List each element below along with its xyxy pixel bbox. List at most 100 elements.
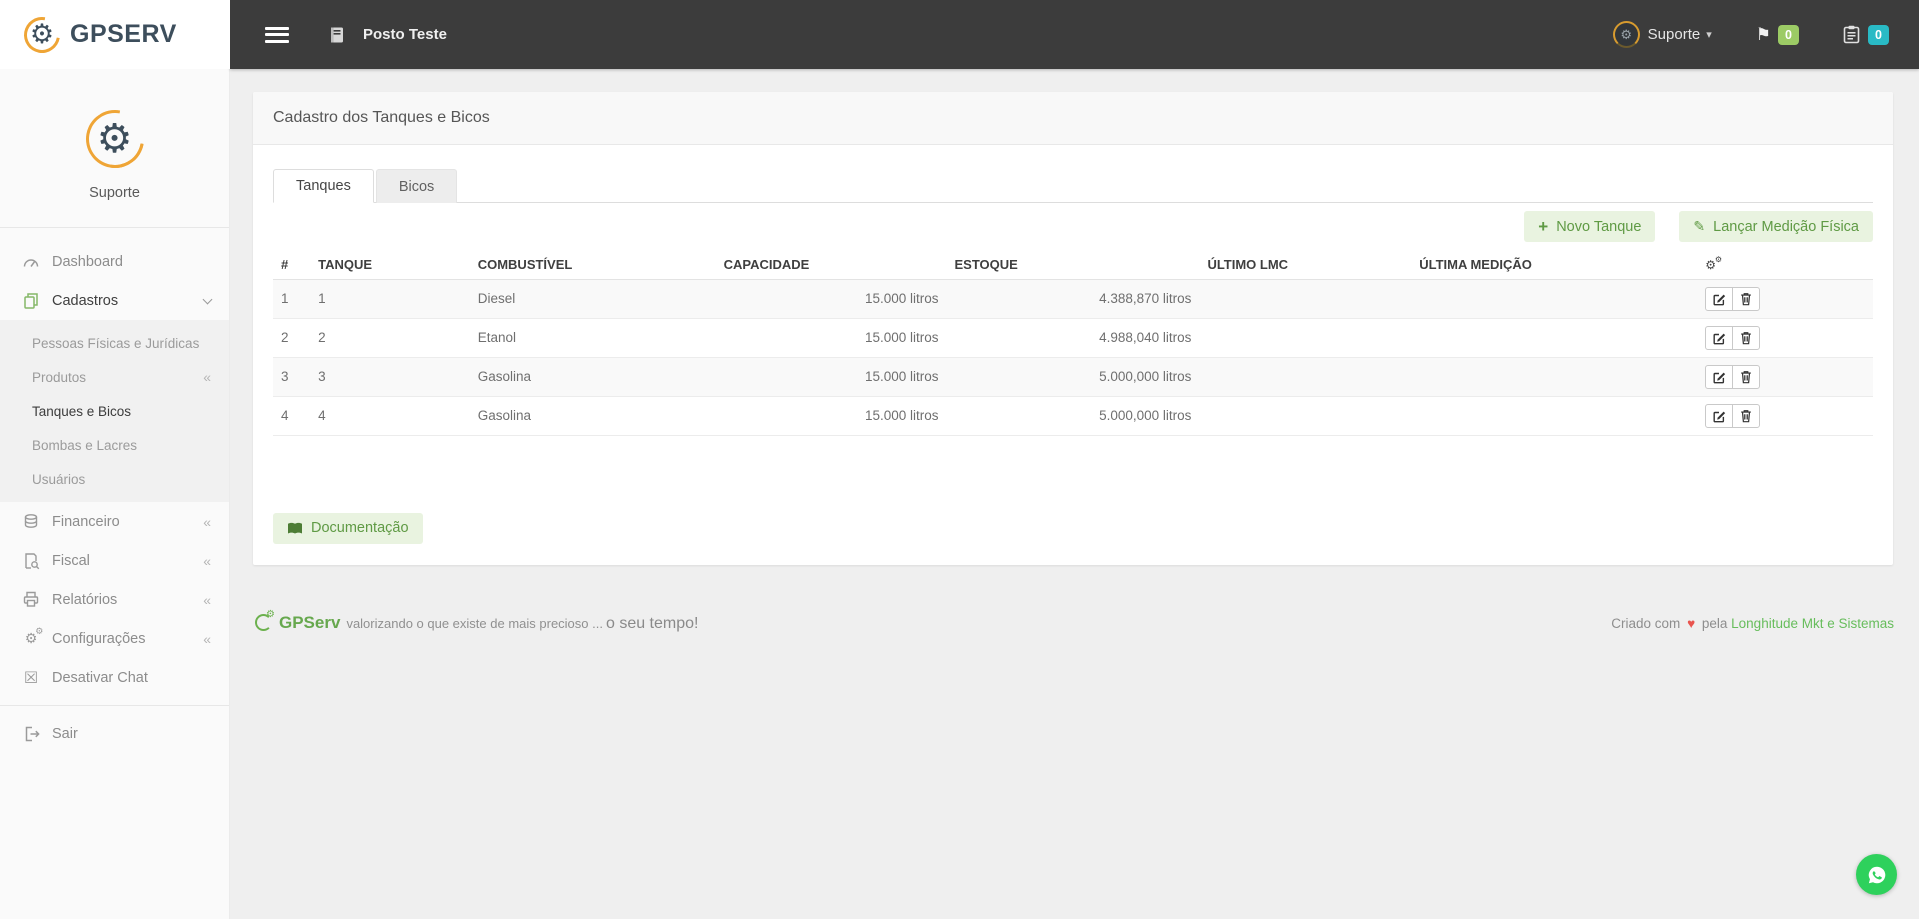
chevron-down-icon bbox=[202, 294, 213, 304]
page-footer: ⚙ GPServ valorizando o que existe de mai… bbox=[253, 609, 1896, 633]
delete-row-button[interactable] bbox=[1732, 325, 1761, 350]
subitem-label: Bombas e Lacres bbox=[32, 437, 138, 453]
cadastros-submenu: Pessoas Físicas e Jurídicas Produtos « T… bbox=[0, 320, 229, 502]
table-header-row: # TANQUE COMBUSTÍVEL CAPACIDADE ESTOQUE … bbox=[273, 251, 1873, 280]
cell-estoque: 5.000,000 litros bbox=[946, 396, 1200, 436]
sidebar: ⚙ Suporte Dashboard Cadastros Pessoas Fí… bbox=[0, 69, 230, 919]
clipboard-badge: 0 bbox=[1868, 24, 1889, 45]
cell-actions bbox=[1697, 318, 1873, 358]
tank-table-body: 1 1 Diesel 15.000 litros 4.388,870 litros 2 2 E… bbox=[273, 279, 1873, 436]
station-name: Posto Teste bbox=[363, 26, 447, 43]
edit-icon bbox=[1713, 294, 1726, 305]
cell-combustivel: Diesel bbox=[469, 279, 716, 319]
sidebar-subitem-produtos[interactable]: Produtos « bbox=[0, 360, 229, 394]
cell-ultima_medicao bbox=[1411, 318, 1698, 358]
cell-capacidade: 15.000 litros bbox=[715, 279, 947, 319]
sidebar-subitem-tanques-e-bicos[interactable]: Tanques e Bicos bbox=[0, 394, 229, 428]
footer-tagline-emphasis: o seu tempo! bbox=[605, 614, 699, 632]
subitem-label: Pessoas Físicas e Jurídicas bbox=[32, 335, 200, 351]
logo-text: GPSERV bbox=[70, 20, 177, 48]
edit-row-button[interactable] bbox=[1705, 286, 1734, 311]
tab-bar: Tanques Bicos bbox=[273, 169, 1873, 203]
cell-combustivel: Gasolina bbox=[469, 396, 716, 436]
tab-tanques[interactable]: Tanques bbox=[273, 169, 374, 203]
gauge-icon bbox=[20, 254, 42, 270]
cell-tanque: 1 bbox=[310, 279, 470, 319]
footer-credit-link[interactable]: Longhitude Mkt e Sistemas bbox=[1731, 616, 1894, 631]
sidebar-item-label: Relatórios bbox=[52, 591, 118, 608]
cell-capacidade: 15.000 litros bbox=[715, 396, 947, 436]
sidebar-toggle-hamburger-icon[interactable] bbox=[265, 26, 289, 43]
edit-row-button[interactable] bbox=[1705, 364, 1734, 389]
tasks-clipboard-button[interactable]: 0 bbox=[1843, 24, 1889, 45]
sidebar-subitem-bombas-e-lacres[interactable]: Bombas e Lacres bbox=[0, 428, 229, 462]
collapse-chevrons-icon: « bbox=[203, 591, 211, 608]
sidebar-item-dashboard[interactable]: Dashboard bbox=[0, 242, 229, 281]
collapse-chevrons-icon: « bbox=[203, 552, 211, 569]
user-dropdown[interactable]: ⚙ Suporte ▾ bbox=[1612, 21, 1712, 48]
whatsapp-button[interactable] bbox=[1856, 854, 1897, 895]
novo-tanque-button[interactable]: + Novo Tanque bbox=[1524, 211, 1656, 242]
cell-actions bbox=[1697, 396, 1873, 436]
pencil-icon: ✎ bbox=[1693, 218, 1706, 234]
cell-ultima_medicao bbox=[1411, 396, 1698, 436]
sidebar-item-cadastros[interactable]: Cadastros bbox=[0, 281, 229, 320]
cell-ultimo_lmc bbox=[1199, 279, 1412, 319]
edit-icon bbox=[1713, 411, 1726, 422]
button-label: Lançar Medição Física bbox=[1713, 218, 1859, 235]
documentacao-button[interactable]: Documentação bbox=[273, 512, 423, 544]
document-search-icon bbox=[20, 552, 42, 570]
tab-bicos[interactable]: Bicos bbox=[375, 169, 458, 203]
edit-row-button[interactable] bbox=[1705, 325, 1734, 350]
logout-icon bbox=[20, 726, 42, 742]
gears-icon: ⚙ ⚙ bbox=[24, 626, 44, 646]
user-name: Suporte bbox=[1647, 26, 1701, 43]
edit-icon bbox=[1713, 372, 1726, 383]
col-header-capacidade: CAPACIDADE bbox=[715, 251, 947, 280]
tanks-table: # TANQUE COMBUSTÍVEL CAPACIDADE ESTOQUE … bbox=[273, 251, 1873, 436]
sidebar-item-label: Cadastros bbox=[52, 292, 119, 309]
station-selector[interactable]: Posto Teste bbox=[329, 26, 447, 44]
button-label: Novo Tanque bbox=[1556, 218, 1642, 235]
cell-estoque: 4.988,040 litros bbox=[946, 318, 1200, 358]
cell-num: 1 bbox=[273, 279, 311, 319]
lancar-medicao-fisica-button[interactable]: ✎ Lançar Medição Física bbox=[1679, 211, 1873, 242]
collapse-chevrons-icon: « bbox=[203, 369, 211, 385]
sidebar-item-relatorios[interactable]: Relatórios « bbox=[0, 580, 229, 619]
profile-name: Suporte bbox=[89, 185, 140, 201]
alerts-flag-button[interactable]: ⚑ 0 bbox=[1756, 24, 1799, 45]
sidebar-subitem-pessoas[interactable]: Pessoas Físicas e Jurídicas bbox=[0, 326, 229, 360]
sidebar-item-financeiro[interactable]: Financeiro « bbox=[0, 502, 229, 541]
sidebar-item-fiscal[interactable]: Fiscal « bbox=[0, 541, 229, 580]
button-label: Documentação bbox=[311, 520, 409, 536]
cell-estoque: 4.388,870 litros bbox=[946, 279, 1200, 319]
delete-row-button[interactable] bbox=[1732, 286, 1761, 311]
table-row: 2 2 Etanol 15.000 litros 4.988,040 litros bbox=[273, 318, 1873, 358]
delete-row-button[interactable] bbox=[1732, 403, 1761, 428]
sidebar-item-label: Dashboard bbox=[52, 253, 123, 270]
user-avatar: ⚙ bbox=[1612, 21, 1640, 48]
edit-row-button[interactable] bbox=[1705, 403, 1734, 428]
footer-credit-prefix: Criado com bbox=[1611, 615, 1681, 631]
sidebar-item-desativar-chat[interactable]: ☒ Desativar Chat bbox=[0, 658, 229, 697]
cell-ultimo_lmc bbox=[1199, 318, 1412, 358]
cell-combustivel: Etanol bbox=[469, 318, 716, 358]
sidebar-subitem-usuarios[interactable]: Usuários bbox=[0, 462, 229, 496]
heart-icon: ♥ bbox=[1687, 615, 1696, 631]
sidebar-item-label: Fiscal bbox=[52, 552, 90, 569]
cell-num: 4 bbox=[273, 396, 311, 436]
cell-estoque: 5.000,000 litros bbox=[946, 357, 1200, 397]
sidebar-item-configuracoes[interactable]: ⚙ ⚙ Configurações « bbox=[0, 619, 229, 658]
footer-gear-ring-icon: ⚙ bbox=[255, 609, 275, 631]
cell-ultimo_lmc bbox=[1199, 396, 1412, 436]
coins-icon bbox=[20, 513, 42, 530]
delete-row-button[interactable] bbox=[1732, 364, 1761, 389]
sidebar-profile: ⚙ Suporte bbox=[0, 69, 229, 201]
plus-icon: + bbox=[1538, 217, 1549, 236]
cell-num: 3 bbox=[273, 357, 311, 397]
gpserv-logo-icon: ⚙ bbox=[16, 9, 68, 60]
sidebar-item-sair[interactable]: Sair bbox=[0, 714, 229, 753]
col-header-num: # bbox=[273, 251, 311, 280]
flag-badge: 0 bbox=[1778, 24, 1799, 45]
cell-num: 2 bbox=[273, 318, 311, 358]
